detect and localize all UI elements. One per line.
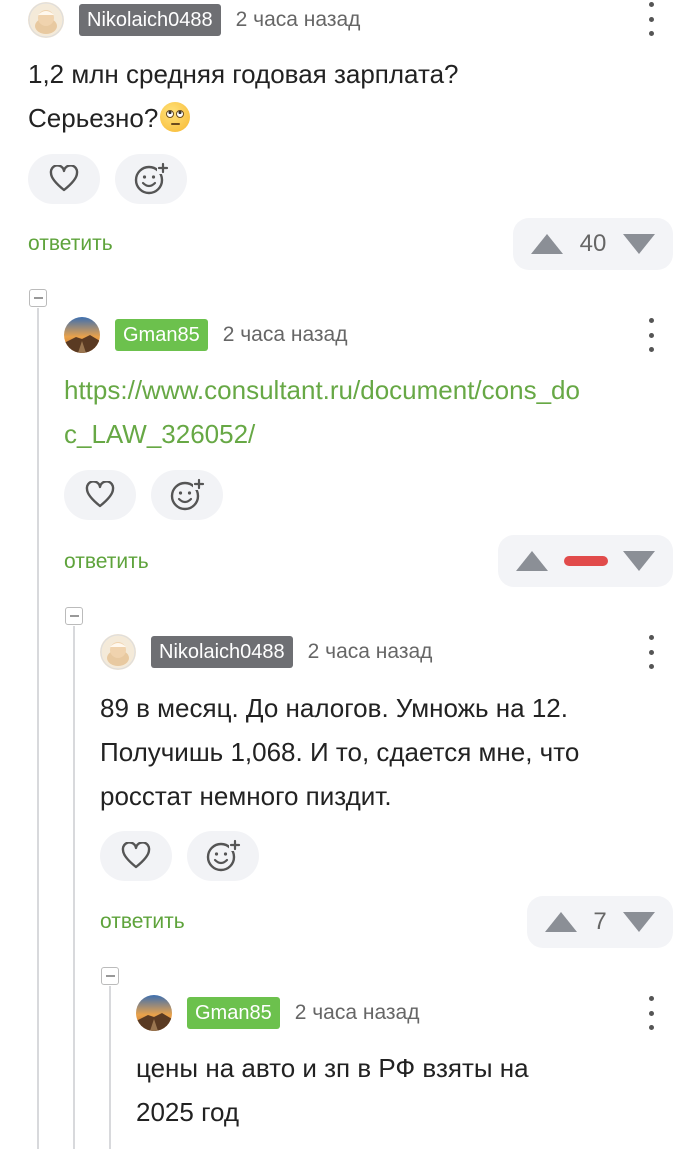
comment-text-line: 1,2 млн средняя годовая зарплата?	[28, 59, 459, 89]
more-options-icon[interactable]	[646, 996, 656, 1030]
comment-header: Gman85 2 часа назад	[64, 315, 347, 355]
add-reaction-icon	[206, 839, 241, 872]
comment-text-line: Серьезно?	[28, 96, 459, 140]
reply-link[interactable]: ответить	[28, 232, 113, 256]
username-badge[interactable]: Nikolaich0488	[79, 4, 221, 36]
heart-icon	[49, 165, 79, 192]
upvote-icon[interactable]	[545, 912, 577, 932]
add-reaction-button[interactable]	[115, 154, 187, 204]
rating-widget: 40	[513, 218, 673, 270]
comment-header: Nikolaich0488 2 часа назад	[28, 0, 360, 40]
comment-link-line[interactable]: https://www.consultant.ru/document/cons_…	[64, 368, 580, 412]
comment-text-line: цены на авто и зп в РФ взяты на	[136, 1053, 529, 1083]
comment-text-line: росстат немного пиздит.	[100, 781, 392, 811]
comment-text: цены на авто и зп в РФ взяты на 2025 год	[136, 1046, 529, 1134]
collapse-icon[interactable]	[29, 289, 47, 307]
rating-score: 7	[593, 908, 607, 935]
comment-text: 1,2 млн средняя годовая зарплата? Серьез…	[28, 52, 459, 140]
add-reaction-button[interactable]	[187, 831, 259, 881]
upvote-icon[interactable]	[516, 551, 548, 571]
thread-line-level2	[73, 626, 75, 1149]
upvote-icon[interactable]	[531, 234, 563, 254]
timestamp[interactable]: 2 часа назад	[236, 8, 361, 32]
like-button[interactable]	[64, 470, 136, 520]
add-reaction-button[interactable]	[151, 470, 223, 520]
avatar[interactable]	[64, 317, 100, 353]
downvote-icon[interactable]	[622, 234, 655, 254]
collapse-icon[interactable]	[65, 607, 83, 625]
comment-text-segment: Серьезно?	[28, 103, 159, 133]
comment-header: Gman85 2 часа назад	[136, 993, 419, 1033]
rating-widget: 7	[527, 896, 673, 948]
reply-link[interactable]: ответить	[64, 550, 149, 574]
like-button[interactable]	[100, 831, 172, 881]
collapse-icon[interactable]	[101, 967, 119, 985]
avatar[interactable]	[100, 634, 136, 670]
rating-score: 40	[579, 230, 607, 257]
avatar[interactable]	[28, 2, 64, 38]
more-options-icon[interactable]	[646, 318, 656, 352]
add-reaction-icon	[134, 162, 169, 195]
like-button[interactable]	[28, 154, 100, 204]
timestamp[interactable]: 2 часа назад	[308, 640, 433, 664]
username-badge[interactable]: Nikolaich0488	[151, 636, 293, 668]
add-reaction-icon	[170, 478, 205, 511]
heart-icon	[121, 842, 151, 869]
reply-link[interactable]: ответить	[100, 910, 185, 934]
timestamp[interactable]: 2 часа назад	[223, 323, 348, 347]
comment-text-line: 89 в месяц. До налогов. Умножь на 12.	[100, 693, 568, 723]
thread-line-level3	[109, 986, 111, 1149]
timestamp[interactable]: 2 часа назад	[295, 1001, 420, 1025]
more-options-icon[interactable]	[646, 2, 656, 36]
downvote-icon[interactable]	[623, 551, 655, 571]
thread-line-level1	[37, 308, 39, 1149]
rating-widget	[498, 535, 673, 587]
comment-link[interactable]: https://www.consultant.ru/document/cons_…	[64, 368, 580, 456]
comment-text: 89 в месяц. До налогов. Умножь на 12. По…	[100, 686, 579, 818]
comment-text-line: Получишь 1,068. И то, сдается мне, что	[100, 737, 580, 767]
username-badge[interactable]: Gman85	[115, 319, 208, 351]
username-badge[interactable]: Gman85	[187, 997, 280, 1029]
more-options-icon[interactable]	[646, 635, 656, 669]
comment-link-line[interactable]: c_LAW_326052/	[64, 412, 580, 456]
comment-header: Nikolaich0488 2 часа назад	[100, 632, 432, 672]
comment-text-line: 2025 год	[136, 1097, 240, 1127]
negative-rating-indicator	[563, 556, 608, 566]
heart-icon	[85, 481, 115, 508]
avatar[interactable]	[136, 995, 172, 1031]
downvote-icon[interactable]	[622, 912, 655, 932]
rolling-eyes-emoji	[160, 102, 191, 132]
